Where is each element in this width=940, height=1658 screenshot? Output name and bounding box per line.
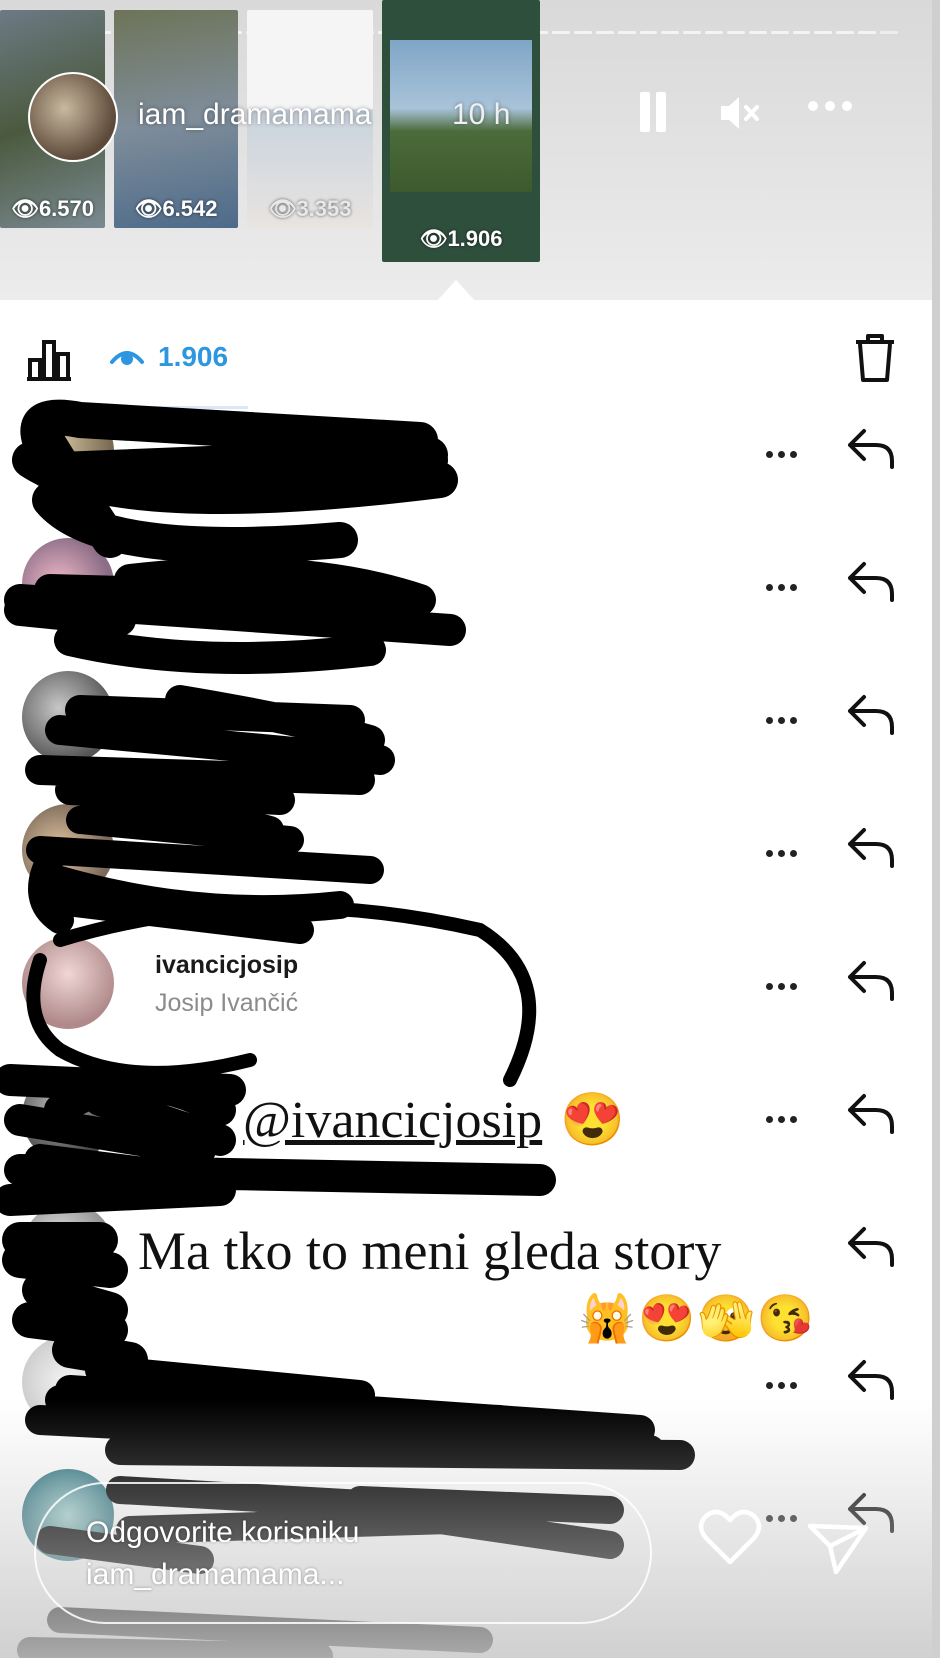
more-options-icon[interactable] [766,977,806,990]
viewer-row[interactable] [0,528,932,638]
reply-icon[interactable] [846,558,898,604]
selected-thumbnail-pointer [436,280,476,302]
avatar[interactable] [22,804,114,896]
viewer-row[interactable]: ivancicjosip Josip Ivančić [0,927,932,1037]
viewer-row[interactable] [0,794,932,904]
mention-text[interactable]: @ivancicjosip [243,1091,542,1150]
reply-input[interactable]: Odgovorite korisniku iam_dramamama... [34,1482,652,1624]
heart-eyes-emoji: 😍 [560,1091,625,1149]
avatar[interactable] [22,1203,114,1295]
more-options-icon[interactable] [766,844,806,857]
viewer-row[interactable] [0,395,932,505]
views-count: 1.906 [158,341,229,372]
thumbnail-view-count: 👁6.542 [134,196,218,221]
more-options-icon[interactable] [766,1110,806,1123]
more-options-icon[interactable] [766,445,806,458]
story-username[interactable]: iam_dramamama [138,98,371,132]
avatar[interactable] [28,72,118,162]
viewer-row[interactable] [0,661,932,771]
reply-icon[interactable] [846,691,898,737]
caption-emojis: 🙀😍🫣😘 [578,1292,816,1345]
send-icon[interactable] [806,1520,870,1576]
eye-icon [110,351,144,365]
reply-icon[interactable] [846,425,898,471]
mention-sticker: @ivancicjosip 😍 [225,1075,643,1165]
more-options-icon[interactable] [766,1376,806,1389]
muted-speaker-icon[interactable] [718,92,762,134]
thumbnail-view-count: 👁6.570 [11,196,94,221]
more-options-icon[interactable] [766,711,806,724]
avatar[interactable] [22,1070,114,1162]
more-horizontal-icon[interactable] [808,98,868,124]
caption-sticker: Ma tko to meni gleda story 🙀😍🫣😘 [110,1218,842,1359]
bar-chart-icon[interactable] [24,336,74,382]
avatar[interactable] [22,405,114,497]
viewer-username[interactable]: ivancicjosip [155,951,298,980]
reply-icon[interactable] [846,1223,898,1269]
caption-text: Ma tko to meni gleda story [138,1221,722,1281]
more-options-icon[interactable] [766,578,806,591]
avatar[interactable] [22,671,114,763]
reply-icon[interactable] [846,1356,898,1402]
viewer-full-name: Josip Ivančić [155,989,299,1017]
reply-icon[interactable] [846,1090,898,1136]
reply-icon[interactable] [846,824,898,870]
tab-views[interactable]: 1.906 [110,330,228,384]
story-header: 👁6.570 👁6.542 👁3.353 👁1.906 iam_dramamam… [0,0,932,300]
thumbnail-view-count: 👁1.906 [419,226,503,251]
avatar[interactable] [22,538,114,630]
heart-icon[interactable] [698,1508,762,1566]
avatar[interactable] [22,937,114,1029]
trash-icon[interactable] [852,332,898,384]
pause-icon[interactable] [638,92,668,132]
window-edge [932,0,940,1658]
story-time: 10 h [452,98,511,131]
reply-icon[interactable] [846,957,898,1003]
thumbnail-view-count: 👁3.353 [268,196,352,221]
